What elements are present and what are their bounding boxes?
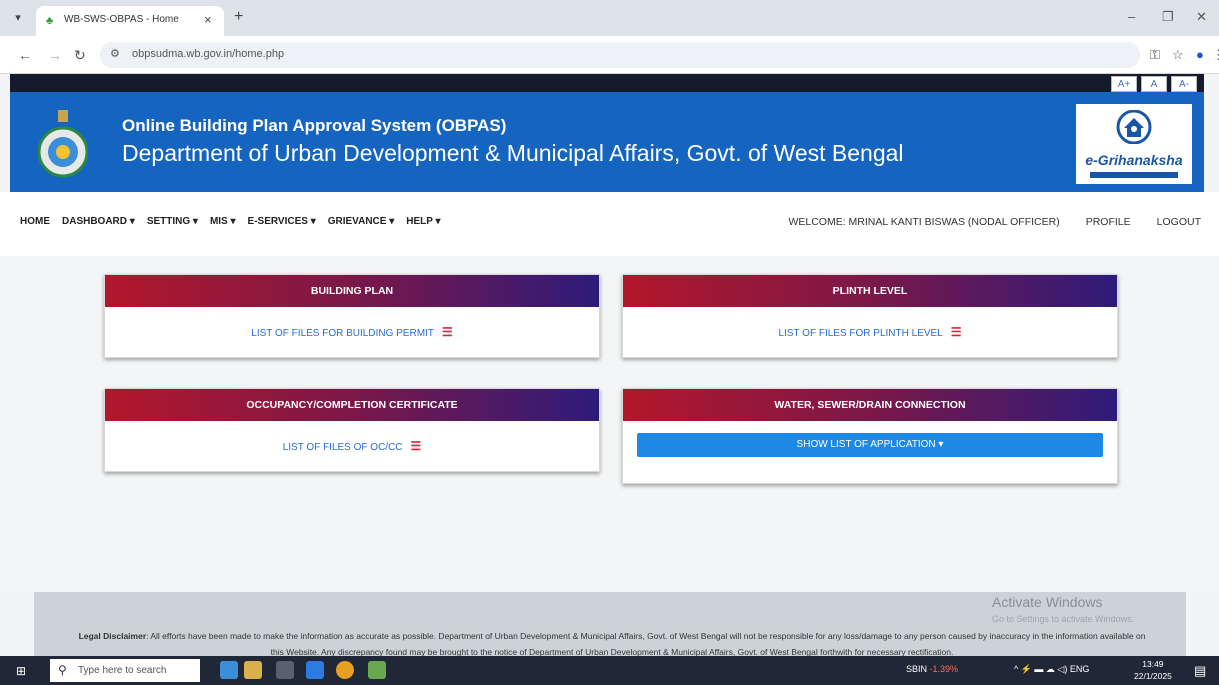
taskbar-search-input[interactable]: ⚲ Type here to search	[50, 659, 200, 682]
plinth-level-files-link[interactable]: LIST OF FILES FOR PLINTH LEVEL ☰	[778, 325, 961, 339]
logout-link[interactable]: LOGOUT	[1157, 216, 1201, 228]
url-input[interactable]: ⚙ obpsudma.wb.gov.in/home.php	[100, 42, 1140, 68]
site-info-icon[interactable]: ⚙	[110, 47, 120, 60]
search-placeholder: Type here to search	[78, 665, 167, 676]
top-strip	[10, 74, 1204, 92]
url-text: obpsudma.wb.gov.in/home.php	[132, 48, 285, 60]
show-list-of-application-button[interactable]: SHOW LIST OF APPLICATION ▾	[637, 433, 1103, 457]
footer: Activate Windows Go to Settings to activ…	[34, 592, 1186, 657]
photos-app-icon[interactable]	[244, 661, 262, 679]
nav-help[interactable]: HELP ▾	[406, 216, 440, 227]
back-icon[interactable]: ←	[18, 46, 32, 64]
nav-setting[interactable]: SETTING ▾	[147, 216, 198, 227]
welcome-text: WELCOME: MRINAL KANTI BISWAS (NODAL OFFI…	[788, 216, 1060, 228]
card-title: OCCUPANCY/COMPLETION CERTIFICATE	[105, 389, 599, 421]
main-nav: HOME DASHBOARD ▾ SETTING ▾ MIS ▾ E-SERVI…	[0, 192, 1219, 256]
nav-mis[interactable]: MIS ▾	[210, 216, 236, 227]
logo-text: e-Grihanaksha	[1085, 152, 1183, 168]
state-emblem-icon	[38, 110, 88, 178]
new-tab-icon[interactable]: +	[234, 8, 243, 26]
edge-app-icon[interactable]	[306, 661, 324, 679]
main-content: BUILDING PLAN LIST OF FILES FOR BUILDING…	[0, 256, 1219, 592]
tab-title: WB-SWS-OBPAS - Home	[64, 14, 179, 25]
clock[interactable]: 13:49 22/1/2025	[1134, 658, 1172, 682]
profile-avatar-icon[interactable]: ●	[1196, 46, 1204, 64]
water-sewer-card: WATER, SEWER/DRAIN CONNECTION SHOW LIST …	[622, 388, 1118, 484]
site-header: Online Building Plan Approval System (OB…	[10, 92, 1204, 192]
favicon-icon: ♣	[46, 15, 54, 27]
card-title: BUILDING PLAN	[105, 275, 599, 307]
close-window-icon[interactable]: ✕	[1196, 8, 1207, 26]
font-decrease-button[interactable]: A-	[1171, 76, 1197, 92]
e-grihanaksha-logo: e-Grihanaksha	[1076, 104, 1192, 184]
password-key-icon[interactable]: ⚿	[1150, 46, 1160, 64]
activate-windows-title: Activate Windows	[992, 594, 1103, 610]
font-normal-button[interactable]: A	[1141, 76, 1167, 92]
nav-dashboard[interactable]: DASHBOARD ▾	[62, 216, 135, 227]
app-icon[interactable]	[368, 661, 386, 679]
system-tray[interactable]: ^ ⚡ ▬ ☁ ◁) ENG	[1014, 664, 1089, 675]
list-icon: ☰	[410, 439, 422, 453]
building-permit-files-link[interactable]: LIST OF FILES FOR BUILDING PERMIT ☰	[251, 325, 452, 339]
browser-tab[interactable]: ♣ WB-SWS-OBPAS - Home ×	[36, 6, 224, 36]
site-title: Online Building Plan Approval System (OB…	[122, 116, 507, 135]
list-icon: ☰	[950, 325, 962, 339]
menu-dots-icon[interactable]: ⋮	[1212, 46, 1219, 64]
card-title: WATER, SEWER/DRAIN CONNECTION	[623, 389, 1117, 421]
bookmark-star-icon[interactable]: ☆	[1172, 46, 1184, 64]
tab-list-chevron-icon[interactable]: ▾	[10, 10, 26, 26]
task-view-icon[interactable]	[276, 661, 294, 679]
close-tab-icon[interactable]: ×	[204, 12, 212, 28]
occupancy-certificate-card: OCCUPANCY/COMPLETION CERTIFICATE LIST OF…	[104, 388, 600, 472]
logo-underline	[1090, 172, 1178, 178]
nav-e-services[interactable]: E-SERVICES ▾	[248, 216, 316, 227]
browser-address-bar: ← → ↻ ⚙ obpsudma.wb.gov.in/home.php ⚿ ☆ …	[0, 36, 1219, 74]
forward-icon[interactable]: →	[48, 46, 62, 64]
browser-tab-bar: ▾ ♣ WB-SWS-OBPAS - Home × + – ❐ ✕	[0, 0, 1219, 36]
house-logo-icon	[1116, 110, 1152, 144]
search-icon: ⚲	[58, 663, 67, 677]
plinth-level-card: PLINTH LEVEL LIST OF FILES FOR PLINTH LE…	[622, 274, 1118, 358]
department-title: Department of Urban Development & Munici…	[122, 140, 904, 166]
reload-icon[interactable]: ↻	[74, 46, 86, 64]
windows-start-icon[interactable]: ⊞	[16, 664, 26, 678]
maximize-icon[interactable]: ❐	[1162, 8, 1174, 26]
card-title: PLINTH LEVEL	[623, 275, 1117, 307]
profile-link[interactable]: PROFILE	[1086, 216, 1131, 228]
activate-windows-subtitle: Go to Settings to activate Windows.	[992, 614, 1135, 624]
oc-cc-files-link[interactable]: LIST OF FILES OF OC/CC ☰	[283, 439, 422, 453]
nav-grievance[interactable]: GRIEVANCE ▾	[328, 216, 395, 227]
nav-home[interactable]: HOME	[20, 216, 50, 227]
windows-taskbar: ⊞ ⚲ Type here to search SBIN -1.39% ^ ⚡ …	[0, 656, 1219, 685]
minimize-icon[interactable]: –	[1128, 8, 1135, 26]
building-plan-card: BUILDING PLAN LIST OF FILES FOR BUILDING…	[104, 274, 600, 358]
stock-ticker[interactable]: SBIN -1.39%	[906, 664, 958, 674]
list-icon: ☰	[441, 325, 453, 339]
widget-app-icon[interactable]	[220, 661, 238, 679]
notification-icon[interactable]: ▤	[1194, 663, 1206, 679]
chrome-app-icon[interactable]	[336, 661, 354, 679]
font-increase-button[interactable]: A+	[1111, 76, 1137, 92]
